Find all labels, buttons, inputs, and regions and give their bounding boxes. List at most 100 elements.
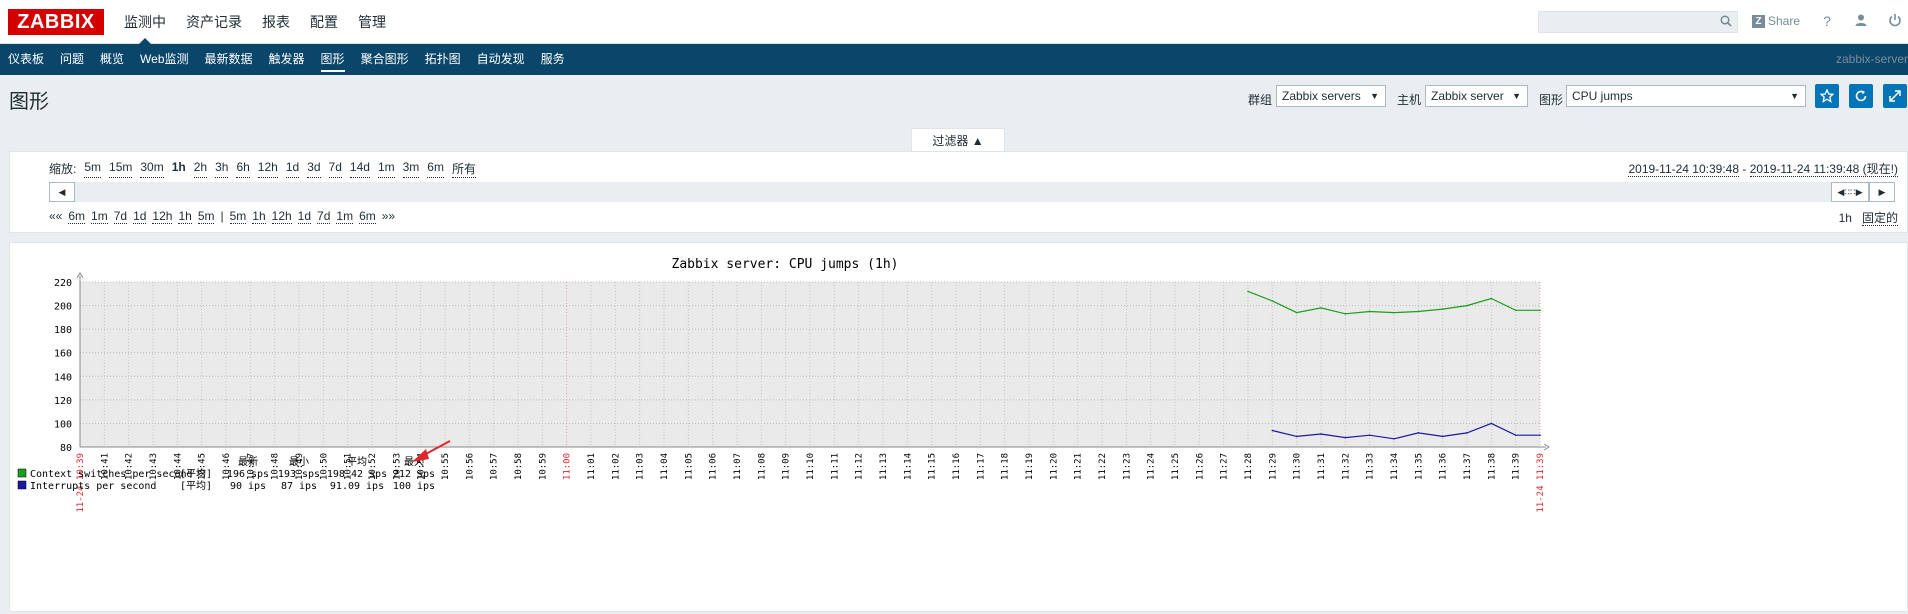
zoom-5m[interactable]: 5m: [84, 160, 102, 178]
menu-item-reports[interactable]: 报表: [252, 0, 300, 44]
scroll-left-button[interactable]: ◀: [49, 182, 75, 202]
scroll-right-button[interactable]: ▶: [1869, 182, 1895, 202]
x-tick-label: 11:13: [879, 453, 889, 480]
x-tick-label: 11:10: [806, 453, 816, 480]
legend-function: [平均]: [180, 480, 212, 492]
sub-item-discovery[interactable]: 自动发现: [469, 44, 533, 75]
group-select[interactable]: Zabbix servers ▼: [1276, 85, 1386, 107]
power-icon[interactable]: [1887, 13, 1903, 29]
graph-select-value: CPU jumps: [1572, 89, 1633, 103]
menu-item-inventory[interactable]: 资产记录: [176, 0, 252, 44]
zoom-3h[interactable]: 3h: [215, 160, 229, 178]
sub-item-screens[interactable]: 聚合图形: [353, 44, 417, 75]
sub-item-overview[interactable]: 概览: [92, 44, 132, 75]
sub-item-services[interactable]: 服务: [533, 44, 573, 75]
nav-fwd-far[interactable]: »»: [382, 209, 395, 224]
zoom-row: 缩放: 5m 15m 30m 1h 2h 3h 6h 12h 1d 3d 7d …: [49, 160, 476, 178]
sub-item-triggers[interactable]: 触发器: [261, 44, 313, 75]
x-tick-label: 11:05: [684, 453, 694, 480]
data-point: [1295, 311, 1298, 314]
nav-fwd-1m[interactable]: 1m: [336, 209, 354, 224]
cpu-jumps-chart[interactable]: Zabbix server: CPU jumps (1h) 80 100 120 14…: [10, 243, 1907, 611]
nav-back-7d[interactable]: 7d: [113, 209, 128, 224]
sub-item-maps[interactable]: 拓扑图: [417, 44, 469, 75]
fixed-toggle[interactable]: 固定的: [1861, 211, 1898, 226]
zabbix-logo[interactable]: ZABBIX: [8, 9, 104, 35]
legend-color-swatch: [17, 468, 27, 478]
zoom-3d[interactable]: 3d: [307, 160, 321, 178]
nav-back-12h[interactable]: 12h: [152, 209, 173, 224]
y-tick-label: 120: [54, 396, 72, 407]
period-from[interactable]: 2019-11-24 10:39:48: [1628, 162, 1740, 177]
zoom-15m[interactable]: 15m: [109, 160, 133, 178]
fullscreen-icon: [1889, 90, 1901, 102]
nav-fwd-1h[interactable]: 1h: [252, 209, 266, 224]
zoom-1mo[interactable]: 1m: [377, 160, 395, 178]
nav-back-far[interactable]: ««: [49, 209, 62, 224]
graph-select[interactable]: CPU jumps ▼: [1566, 85, 1806, 107]
user-icon[interactable]: [1853, 13, 1869, 29]
filter-tab[interactable]: 过滤器 ▲: [911, 128, 1005, 152]
nav-back-5m[interactable]: 5m: [197, 209, 215, 224]
question-icon[interactable]: ?: [1819, 13, 1835, 29]
zoom-30m[interactable]: 30m: [140, 160, 164, 178]
zoom-7d[interactable]: 7d: [328, 160, 342, 178]
zoom-6mo[interactable]: 6m: [427, 160, 444, 178]
menu-item-administration[interactable]: 管理: [348, 0, 396, 44]
zoom-all[interactable]: 所有: [451, 160, 476, 178]
zoom-14d[interactable]: 14d: [349, 160, 370, 178]
search-input[interactable]: [1538, 11, 1738, 33]
main-menu: 监测中 资产记录 报表 配置 管理: [114, 0, 396, 45]
nav-back-1m[interactable]: 1m: [91, 209, 108, 224]
share-button[interactable]: Z Share: [1752, 14, 1800, 28]
nav-fwd-12h[interactable]: 12h: [271, 209, 292, 224]
refresh-button[interactable]: [1849, 84, 1873, 108]
data-point: [1490, 297, 1493, 300]
data-point: [1344, 436, 1347, 439]
sub-item-web[interactable]: Web监测: [132, 44, 196, 75]
zoom-6h[interactable]: 6h: [236, 160, 250, 178]
legend-avg-value: 91.09 ips: [330, 481, 384, 492]
x-tick-label: 11:38: [1487, 453, 1497, 480]
nav-fwd-6m[interactable]: 6m: [359, 209, 376, 224]
data-point: [1393, 311, 1395, 314]
zoom-label: 缩放:: [49, 162, 77, 176]
sub-item-graphs[interactable]: 图形: [313, 44, 353, 75]
zoom-1d[interactable]: 1d: [285, 160, 300, 178]
period-to[interactable]: 2019-11-24 11:39:48 (现在!): [1749, 162, 1898, 177]
favorite-button[interactable]: [1815, 84, 1839, 108]
nav-back-6m[interactable]: 6m: [68, 209, 86, 224]
x-tick-label: 11:24: [1147, 453, 1157, 480]
data-point: [1441, 308, 1444, 310]
x-tick-label: 11:33: [1366, 453, 1376, 480]
host-select[interactable]: Zabbix server ▼: [1425, 85, 1528, 107]
nav-fwd-1d[interactable]: 1d: [297, 209, 312, 224]
host-label: 主机: [1397, 93, 1422, 107]
data-point: [1514, 309, 1517, 312]
timeline-handle[interactable]: ◀∷∷▶: [1831, 182, 1869, 202]
sub-item-latest-data[interactable]: 最新数据: [197, 44, 261, 75]
y-tick-label: 220: [54, 278, 72, 289]
data-point: [1368, 434, 1371, 437]
fullscreen-button[interactable]: [1883, 84, 1907, 108]
zoom-3mo[interactable]: 3m: [402, 160, 420, 178]
menu-item-monitoring[interactable]: 监测中: [114, 0, 176, 45]
nav-back-1d[interactable]: 1d: [133, 209, 147, 224]
data-point: [1490, 422, 1493, 425]
zoom-2h[interactable]: 2h: [193, 160, 208, 178]
x-tick-label: 11:17: [976, 453, 986, 480]
timeline-scrollbar[interactable]: ◀ ◀∷∷▶ ▶: [49, 182, 1895, 202]
x-tick-label: 11:06: [709, 453, 719, 480]
x-tick-label: 10:59: [538, 453, 548, 480]
zoom-12h[interactable]: 12h: [257, 160, 278, 178]
x-tick-label: 11:22: [1098, 453, 1108, 480]
nav-fwd-7d[interactable]: 7d: [317, 209, 331, 224]
nav-fwd-5m[interactable]: 5m: [229, 209, 247, 224]
menu-item-configuration[interactable]: 配置: [300, 0, 348, 44]
search-icon[interactable]: [1720, 15, 1732, 27]
sub-item-problems[interactable]: 问题: [52, 44, 92, 75]
period-nav-row: «« 6m 1m 7d 1d 12h 1h 5m | 5m 1h 12h 1d …: [49, 209, 395, 224]
sub-item-dashboard[interactable]: 仪表板: [0, 44, 52, 75]
zoom-1h[interactable]: 1h: [172, 160, 186, 178]
nav-back-1h[interactable]: 1h: [178, 209, 192, 224]
